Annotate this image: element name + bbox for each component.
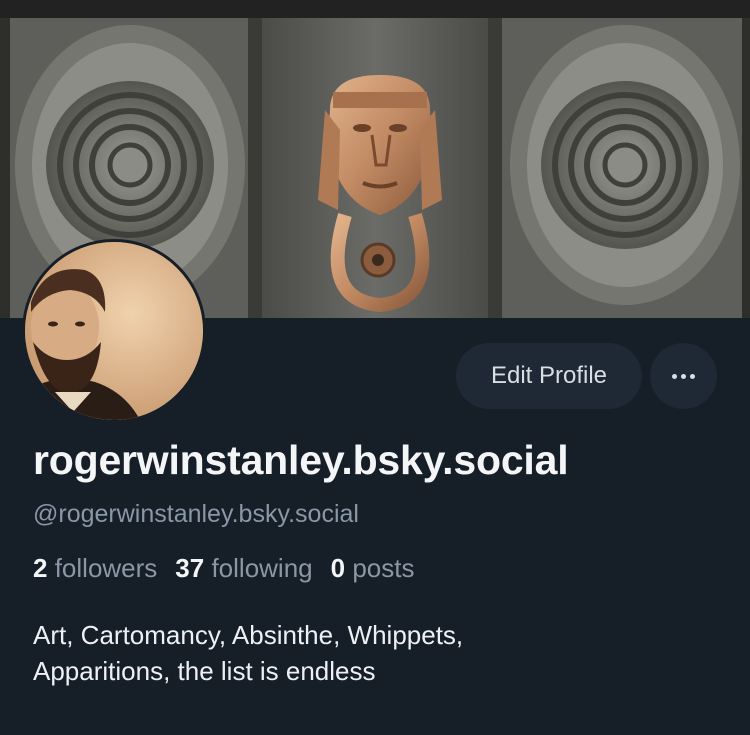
profile-page: Edit Profile rogerwinstanley.bsky.social… — [0, 0, 750, 735]
bio-line: Apparitions, the list is endless — [33, 656, 376, 686]
followers-stat[interactable]: 2 followers — [33, 553, 157, 584]
ellipsis-icon — [672, 373, 695, 379]
followers-label: followers — [54, 553, 158, 583]
posts-stat: 0 posts — [331, 553, 415, 584]
display-name: rogerwinstanley.bsky.social — [33, 437, 569, 483]
following-label: following — [211, 553, 313, 583]
profile-avatar[interactable] — [22, 239, 206, 423]
posts-count: 0 — [330, 553, 346, 583]
bio-line: Art, Cartomancy, Absinthe, Whippets, — [33, 620, 464, 650]
posts-label: posts — [352, 553, 415, 583]
following-count: 37 — [175, 553, 205, 583]
profile-bio: Art, Cartomancy, Absinthe, Whippets, App… — [33, 617, 723, 689]
edit-profile-label: Edit Profile — [490, 362, 608, 389]
more-options-button[interactable] — [650, 343, 717, 409]
followers-count: 2 — [33, 553, 48, 583]
edit-profile-button[interactable]: Edit Profile — [456, 343, 642, 409]
profile-handle: @rogerwinstanley.bsky.social — [33, 500, 359, 528]
profile-stats: 2 followers 37 following 0 posts — [33, 553, 414, 584]
following-stat[interactable]: 37 following — [175, 553, 312, 584]
